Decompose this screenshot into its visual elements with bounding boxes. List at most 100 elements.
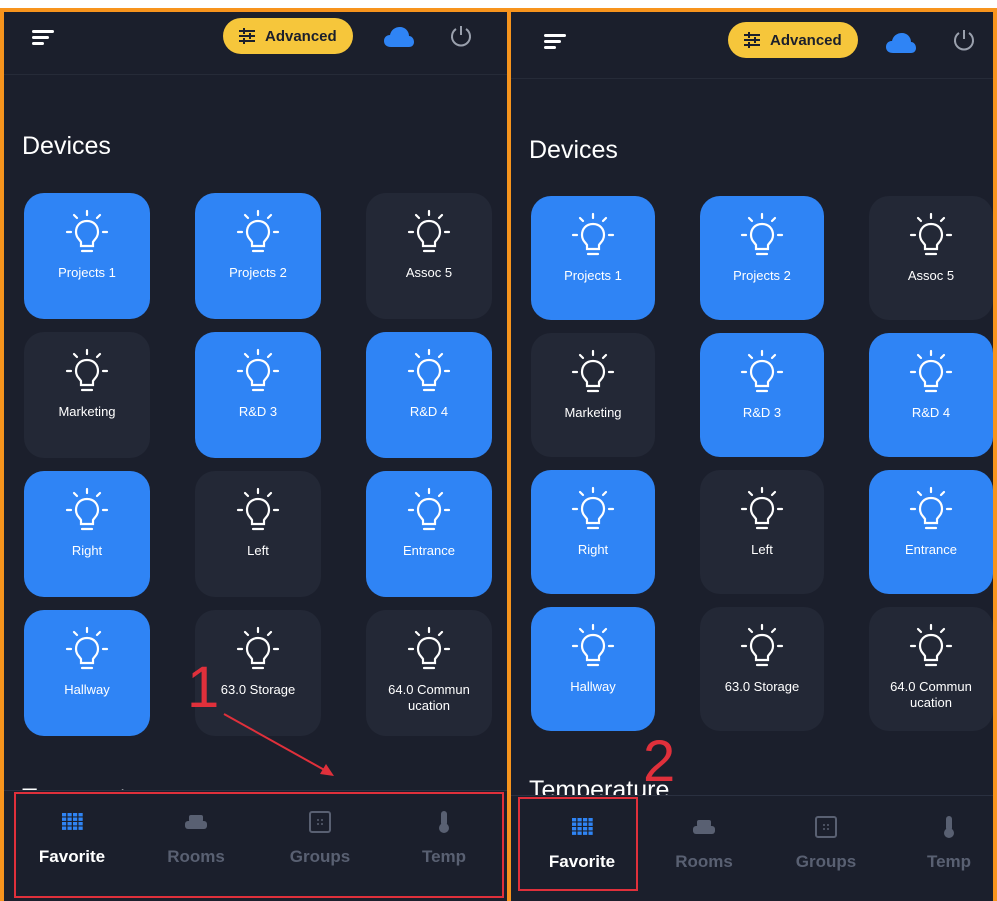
device-grid: Projects 1 Projects 2 Assoc 5 Marketing R&D … (531, 196, 993, 731)
device-label: Left (247, 543, 269, 558)
device-tile[interactable]: Right (24, 471, 150, 597)
nav-groups[interactable]: Groups (766, 796, 886, 901)
light-bulb-icon (740, 212, 784, 256)
device-tile[interactable]: 64.0 Commun ucation (366, 610, 492, 736)
light-bulb-icon (909, 623, 953, 667)
light-bulb-icon (407, 348, 451, 392)
device-tile[interactable]: Assoc 5 (366, 193, 492, 319)
screenshot-right: Advanced Devices Projects 1 Projects 2 Ass… (507, 8, 997, 901)
device-label: R&D 4 (911, 405, 951, 420)
device-label: 63.0 Storage (724, 679, 800, 694)
cloud-icon[interactable] (885, 32, 917, 54)
light-bulb-icon (65, 626, 109, 670)
device-tile[interactable]: Projects 2 (195, 193, 321, 319)
annotation-number-1: 1 (187, 655, 220, 720)
cloud-icon[interactable] (383, 26, 415, 48)
nav-label: Groups (795, 852, 857, 871)
advanced-label: Advanced (265, 27, 337, 45)
annotation-number-2: 2 (643, 729, 676, 794)
device-tile[interactable]: Entrance (366, 471, 492, 597)
device-label: Entrance (904, 542, 958, 557)
top-bar: Advanced (4, 12, 508, 75)
advanced-label: Advanced (770, 31, 842, 49)
advanced-button[interactable]: Advanced (223, 18, 353, 54)
light-bulb-icon (407, 487, 451, 531)
devices-title: Devices (529, 136, 618, 164)
device-tile[interactable]: R&D 3 (700, 333, 824, 457)
sliders-icon (744, 32, 760, 48)
device-label: Projects 1 (58, 265, 116, 280)
device-tile[interactable]: Left (700, 470, 824, 594)
device-label: R&D 4 (409, 404, 449, 419)
device-tile[interactable]: Marketing (24, 332, 150, 458)
light-bulb-icon (236, 209, 280, 253)
light-bulb-icon (407, 209, 451, 253)
device-label: Hallway (64, 682, 110, 697)
thermometer-icon (944, 816, 954, 838)
light-bulb-icon (571, 349, 615, 393)
light-bulb-icon (571, 486, 615, 530)
device-tile[interactable]: Projects 1 (531, 196, 655, 320)
light-bulb-icon (65, 209, 109, 253)
devices-title: Devices (22, 132, 111, 160)
light-bulb-icon (65, 487, 109, 531)
light-bulb-icon (407, 626, 451, 670)
device-label: Hallway (570, 679, 616, 694)
light-bulb-icon (740, 623, 784, 667)
annotation-arrow (223, 713, 334, 776)
device-tile[interactable]: Entrance (869, 470, 993, 594)
device-tile[interactable]: Hallway (531, 607, 655, 731)
device-label: Right (577, 542, 609, 557)
light-bulb-icon (740, 486, 784, 530)
device-label: 64.0 Commun ucation (890, 679, 972, 710)
nav-temp[interactable]: Temp (889, 796, 993, 901)
device-label: 64.0 Commun ucation (388, 682, 470, 713)
light-bulb-icon (65, 348, 109, 392)
device-label: Projects 1 (564, 268, 622, 283)
device-tile[interactable]: R&D 4 (869, 333, 993, 457)
device-tile[interactable]: Projects 2 (700, 196, 824, 320)
groups-icon (815, 816, 837, 838)
device-label: Projects 2 (733, 268, 791, 283)
nav-label: Rooms (675, 852, 733, 871)
sliders-icon (239, 28, 255, 44)
device-tile[interactable]: Right (531, 470, 655, 594)
device-grid: Projects 1 Projects 2 Assoc 5 Marketing R&D … (24, 193, 492, 736)
device-tile[interactable]: Left (195, 471, 321, 597)
device-tile[interactable]: 63.0 Storage (700, 607, 824, 731)
light-bulb-icon (571, 623, 615, 667)
power-icon[interactable] (952, 28, 976, 52)
nav-rooms[interactable]: Rooms (644, 796, 764, 901)
device-label: Left (751, 542, 773, 557)
device-label: R&D 3 (238, 404, 278, 419)
device-tile[interactable]: Projects 1 (24, 193, 150, 319)
device-label: Entrance (402, 543, 456, 558)
menu-icon[interactable] (544, 34, 566, 52)
highlight-box-2 (518, 797, 638, 891)
light-bulb-icon (236, 348, 280, 392)
device-tile[interactable]: Marketing (531, 333, 655, 457)
device-tile[interactable]: Hallway (24, 610, 150, 736)
device-tile[interactable]: R&D 4 (366, 332, 492, 458)
nav-label: Temp (926, 852, 972, 871)
highlight-box-1 (14, 792, 504, 898)
device-tile[interactable]: 64.0 Commun ucation (869, 607, 993, 731)
device-label: 63.0 Storage (220, 682, 296, 697)
device-label: Assoc 5 (405, 265, 453, 280)
device-tile[interactable]: Assoc 5 (869, 196, 993, 320)
device-label: Projects 2 (229, 265, 287, 280)
sofa-icon (693, 820, 715, 834)
advanced-button[interactable]: Advanced (728, 22, 858, 58)
light-bulb-icon (909, 212, 953, 256)
device-label: Marketing (58, 404, 116, 419)
device-tile[interactable]: R&D 3 (195, 332, 321, 458)
device-label: Marketing (564, 405, 622, 420)
menu-icon[interactable] (32, 30, 54, 48)
device-label: Assoc 5 (907, 268, 955, 283)
light-bulb-icon (236, 626, 280, 670)
light-bulb-icon (571, 212, 615, 256)
device-label: R&D 3 (742, 405, 782, 420)
light-bulb-icon (236, 487, 280, 531)
power-icon[interactable] (449, 24, 473, 48)
light-bulb-icon (909, 349, 953, 393)
